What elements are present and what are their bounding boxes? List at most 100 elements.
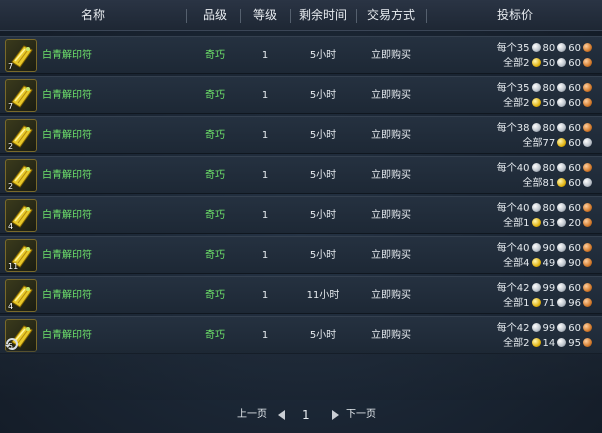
item-name[interactable]: 白青解印符 [42, 37, 92, 75]
silver-coin-icon [583, 178, 592, 187]
item-name[interactable]: 白青解印符 [42, 117, 92, 155]
header-level[interactable]: 等级 [242, 0, 288, 31]
stack-count: 7 [8, 102, 14, 111]
item-trade-type: 立即购买 [371, 50, 411, 61]
copper-coin-icon [583, 298, 592, 307]
copper-amount: 60 [568, 123, 581, 134]
silver-amount: 80 [542, 123, 556, 134]
copper-coin-icon [583, 83, 592, 92]
copper-amount: 60 [568, 43, 581, 54]
item-trade-type: 立即购买 [371, 290, 411, 301]
gold-amount: 2 [523, 58, 530, 69]
silver-amount: 60 [568, 178, 581, 189]
refresh-icon[interactable] [4, 336, 20, 352]
gold-coin-icon [557, 138, 567, 147]
silver-coin-icon [557, 218, 567, 227]
table-row[interactable]: 11 白青解印符 奇巧 1 5小时 立即购买 每个40 90 60 全部4 49 90 [0, 236, 602, 274]
silver-coin-icon [557, 43, 567, 52]
header-time-left[interactable]: 剩余时间 [292, 0, 354, 31]
gold-coin-icon [531, 98, 541, 107]
silver-amount: 99 [542, 283, 556, 294]
price-label: 全部 [503, 258, 524, 269]
item-name[interactable]: 白青解印符 [42, 157, 92, 195]
gold-coin-icon [531, 218, 541, 227]
talisman-icon[interactable]: 11 [5, 239, 37, 272]
copper-amount: 60 [568, 283, 581, 294]
talisman-icon[interactable]: 7 [5, 39, 37, 72]
item-time-left: 5小时 [309, 250, 337, 261]
talisman-icon[interactable]: 4 [5, 199, 37, 232]
gold-coin-icon [557, 178, 567, 187]
silver-amount: 99 [542, 323, 556, 334]
silver-coin-icon [557, 163, 567, 172]
price-label: 每个 [496, 323, 517, 334]
prev-page-button[interactable]: 上一页 [237, 404, 267, 426]
header-trade-type[interactable]: 交易方式 [358, 0, 424, 31]
header-divider [426, 9, 427, 23]
item-level: 1 [261, 290, 269, 301]
silver-amount: 90 [542, 243, 556, 254]
next-arrow-icon[interactable] [332, 410, 339, 420]
item-name[interactable]: 白青解印符 [42, 277, 92, 315]
price-total: 全部81 60 [474, 177, 594, 191]
copper-amount: 60 [568, 203, 581, 214]
gold-amount: 40 [516, 163, 530, 174]
silver-amount: 80 [542, 163, 556, 174]
item-time-left: 5小时 [309, 90, 337, 101]
item-quality: 奇巧 [205, 90, 225, 101]
table-row[interactable]: 4 白青解印符 奇巧 1 11小时 立即购买 每个42 99 60 全部1 71 96 [0, 276, 602, 314]
price-label: 全部 [522, 178, 543, 189]
talisman-icon[interactable]: 2 [5, 119, 37, 152]
copper-coin-icon [583, 98, 592, 107]
price-label: 全部 [503, 218, 524, 229]
silver-amount: 80 [542, 83, 556, 94]
table-row[interactable]: 2 白青解印符 奇巧 1 5小时 立即购买 每个38 80 60 全部77 60 [0, 116, 602, 154]
copper-amount: 95 [568, 338, 581, 349]
talisman-icon[interactable]: 2 [5, 159, 37, 192]
silver-amount: 60 [568, 138, 581, 149]
item-trade-type: 立即购买 [371, 90, 411, 101]
copper-amount: 96 [568, 298, 581, 309]
talisman-icon[interactable]: 4 [5, 279, 37, 312]
silver-coin-icon [557, 298, 567, 307]
item-level: 1 [261, 90, 269, 101]
item-name[interactable]: 白青解印符 [42, 197, 92, 235]
silver-amount: 49 [542, 258, 556, 269]
item-time-left: 5小时 [309, 170, 337, 181]
silver-coin-icon [531, 283, 541, 292]
price-total: 全部2 14 95 [474, 337, 594, 351]
price-label: 每个 [496, 243, 517, 254]
silver-coin-icon [531, 203, 541, 212]
table-row[interactable]: 2 白青解印符 奇巧 1 5小时 立即购买 每个40 80 60 全部81 60 [0, 156, 602, 194]
table-row[interactable]: 7 白青解印符 奇巧 1 5小时 立即购买 每个35 80 60 全部2 50 60 [0, 76, 602, 114]
price-label: 全部 [503, 58, 524, 69]
silver-coin-icon [531, 83, 541, 92]
header-divider [186, 9, 187, 23]
gold-amount: 81 [542, 178, 556, 189]
header-divider [240, 9, 241, 23]
silver-coin-icon [557, 123, 567, 132]
price-each: 每个40 80 60 [474, 202, 594, 216]
talisman-icon[interactable]: 7 [5, 79, 37, 112]
prev-arrow-icon[interactable] [278, 410, 285, 420]
silver-amount: 14 [542, 338, 556, 349]
table-row[interactable]: 4 白青解印符 奇巧 1 5小时 立即购买 每个40 80 60 全部1 63 20 [0, 196, 602, 234]
gold-amount: 42 [516, 283, 530, 294]
auction-panel: 名称 品级 等级 剩余时间 交易方式 投标价 7 白青解印符 奇巧 1 5小时 … [0, 0, 602, 433]
copper-coin-icon [583, 338, 592, 347]
copper-coin-icon [583, 43, 592, 52]
gold-coin-icon [531, 338, 541, 347]
item-name[interactable]: 白青解印符 [42, 237, 92, 275]
copper-coin-icon [583, 163, 592, 172]
table-header: 名称 品级 等级 剩余时间 交易方式 投标价 [0, 0, 602, 31]
header-quality[interactable]: 品级 [190, 0, 240, 31]
price-label: 每个 [496, 43, 517, 54]
table-row[interactable]: 5 白青解印符 奇巧 1 5小时 立即购买 每个42 99 60 全部2 14 95 [0, 316, 602, 354]
header-bid-price[interactable]: 投标价 [428, 0, 602, 31]
item-name[interactable]: 白青解印符 [42, 77, 92, 115]
price-label: 全部 [522, 138, 543, 149]
price-total: 全部1 63 20 [474, 217, 594, 231]
table-row[interactable]: 7 白青解印符 奇巧 1 5小时 立即购买 每个35 80 60 全部2 50 60 [0, 36, 602, 74]
header-name[interactable]: 名称 [0, 0, 186, 31]
next-page-button[interactable]: 下一页 [346, 404, 376, 426]
